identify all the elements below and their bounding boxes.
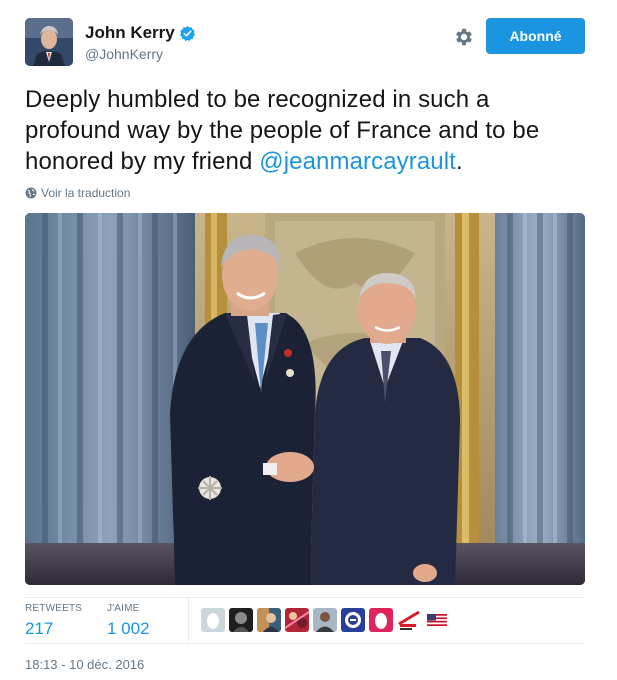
liker-avatar-default-egg[interactable] [201, 608, 225, 632]
mention-link[interactable]: @jeanmarcayrault [259, 148, 456, 175]
author-name-text: John Kerry [85, 23, 175, 42]
tweet-timestamp[interactable]: 18:13 - 10 déc. 2016 [25, 657, 144, 672]
liker-avatar-red-pattern[interactable] [285, 608, 309, 632]
tweet-photo[interactable] [25, 213, 585, 585]
liker-avatars [201, 608, 449, 632]
author-handle[interactable]: @JohnKerry [85, 46, 163, 62]
tweet-card: John Kerry @JohnKerry Abonné Deeply humb… [0, 0, 617, 680]
retweets-count: 217 [25, 619, 54, 638]
verified-badge-icon [179, 25, 195, 41]
translate-link-label: Voir la traduction [41, 186, 131, 200]
globe-icon [25, 187, 37, 199]
liker-avatar-dark-portrait[interactable] [229, 608, 253, 632]
stats-bottom-divider [25, 643, 585, 644]
retweets-label: RETWEETS [25, 603, 83, 614]
stats-top-divider [25, 597, 585, 598]
liker-avatar-us-flag[interactable] [425, 608, 449, 632]
tweet-text-end: . [455, 148, 463, 175]
liker-avatar-text-logo[interactable] [397, 608, 421, 632]
likes-count: 1 002 [107, 619, 150, 638]
author-name[interactable]: John Kerry [85, 23, 196, 43]
liker-avatar-person[interactable] [313, 608, 337, 632]
translate-link[interactable]: Voir la traduction [25, 186, 130, 200]
liker-avatar-colorful[interactable] [257, 608, 281, 632]
stats-vertical-divider [188, 597, 189, 643]
likes-label: J'AIME [107, 603, 140, 614]
liker-avatar-blue-logo[interactable] [341, 608, 365, 632]
following-button[interactable]: Abonné [486, 18, 585, 54]
liker-avatar-pink-egg[interactable] [369, 608, 393, 632]
gear-icon[interactable] [453, 26, 475, 48]
author-avatar[interactable] [25, 18, 73, 66]
retweets-stat[interactable]: RETWEETS 217 [25, 603, 82, 639]
likes-stat[interactable]: J'AIME 1 002 [107, 603, 150, 639]
tweet-text: Deeply humbled to be recognized in such … [25, 84, 585, 177]
